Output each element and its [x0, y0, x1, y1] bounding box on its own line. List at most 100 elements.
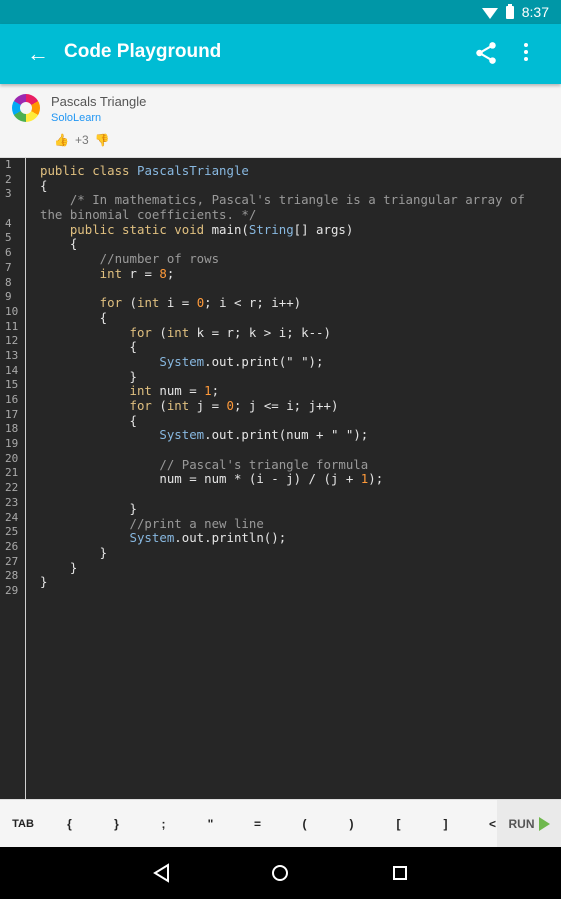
key-semicolon[interactable]: ;: [140, 817, 187, 831]
line-number: 4: [5, 216, 12, 230]
key-close-paren[interactable]: ): [328, 817, 375, 831]
code-token: r =: [129, 265, 160, 281]
code-line: //print a new line: [40, 515, 555, 532]
code-line: }: [40, 369, 555, 385]
code-token: ; i < r; i++): [204, 295, 302, 311]
code-line: int r = 8;: [40, 265, 555, 282]
code-token: num = num * (i - j) / (j +: [40, 471, 361, 487]
code-line: public class PascalsTriangle: [40, 163, 555, 179]
nav-back-icon[interactable]: [148, 859, 176, 887]
code-info-header: Pascals Triangle SoloLearn 👍 +3 👍: [0, 84, 561, 158]
code-token: (: [129, 295, 137, 311]
line-number: 25: [5, 525, 19, 539]
code-token: {: [40, 177, 48, 193]
line-number: 8: [5, 275, 12, 289]
line-number: 7: [5, 260, 12, 274]
code-token: {: [40, 339, 137, 355]
code-token: int: [40, 265, 130, 281]
app-bar: ← Code Playground: [0, 24, 561, 84]
code-token: System: [40, 353, 205, 369]
code-token: int: [40, 383, 160, 399]
key-close-brace[interactable]: }: [93, 817, 140, 831]
line-number: 15: [5, 378, 19, 392]
code-token: /* In mathematics, Pascal's triangle is …: [40, 192, 525, 208]
battery-icon: [505, 3, 514, 19]
line-number: 16: [5, 393, 19, 406]
key-quote[interactable]: ": [187, 817, 234, 831]
code-line: for (int j = 0; j <= i; j++): [40, 398, 555, 414]
code-token: main(: [211, 221, 249, 237]
code-token: {: [40, 412, 137, 428]
line-number: 1: [5, 158, 12, 171]
code-token: //print a new line: [40, 515, 264, 531]
code-token: [] args): [293, 221, 354, 237]
more-vert-icon[interactable]: [513, 40, 539, 66]
key-open-paren[interactable]: (: [281, 817, 328, 831]
code-token: num =: [159, 383, 205, 399]
sololearn-logo-icon: [12, 94, 40, 122]
code-token: System: [40, 427, 205, 443]
code-token: 8: [159, 265, 167, 281]
code-token: .out.println();: [174, 530, 287, 546]
key-open-bracket[interactable]: [: [375, 817, 422, 831]
key-close-bracket[interactable]: ]: [422, 817, 469, 831]
line-number: 29: [5, 583, 19, 597]
key-tab[interactable]: TAB: [0, 818, 46, 830]
code-text[interactable]: public class PascalsTriangle{ /* In math…: [40, 163, 555, 605]
line-number-gutter: 1 2 3 4 5 6 7 8 9 10 11 12 13 14 15 16 17 18 19 20 21 22 23 24 2…: [0, 158, 26, 799]
thumb-down-icon[interactable]: 👍: [95, 133, 110, 147]
code-token: int: [137, 295, 167, 311]
code-line: the binomial coefficients. */: [40, 207, 555, 223]
line-number: 2: [5, 172, 12, 186]
status-time: 8:37: [521, 4, 549, 20]
key-open-brace[interactable]: {: [46, 817, 93, 831]
code-token: public static void: [40, 221, 212, 237]
line-number: 26: [5, 539, 19, 553]
code-line: {: [40, 177, 555, 194]
code-token: int: [166, 398, 197, 413]
line-number: 23: [5, 495, 19, 509]
code-token: 1: [204, 383, 212, 399]
code-line: /* In mathematics, Pascal's triangle is …: [40, 193, 555, 208]
play-icon: [538, 817, 550, 831]
nav-home-icon[interactable]: [266, 859, 294, 887]
code-line: System.out.println();: [40, 530, 555, 546]
code-line: {: [40, 310, 555, 326]
code-title: Pascals Triangle: [51, 94, 147, 109]
code-line: {: [40, 412, 555, 429]
run-button[interactable]: RUN: [497, 800, 561, 848]
code-token: the binomial coefficients. */: [40, 207, 257, 223]
code-line: public static void main(String[] args): [40, 221, 555, 238]
line-number: 24: [5, 510, 19, 524]
line-number: 17: [5, 407, 19, 421]
code-token: int: [166, 324, 197, 340]
code-token: public class: [40, 163, 137, 178]
code-token: 0: [226, 398, 234, 413]
line-number: 6: [5, 246, 12, 260]
code-token: String: [248, 221, 294, 237]
code-editor[interactable]: 1 2 3 4 5 6 7 8 9 10 11 12 13 14 15 16 17 18 19 20 21 22 23 24 2…: [0, 158, 561, 799]
key-equals[interactable]: =: [234, 817, 281, 831]
line-number: 9: [5, 290, 12, 304]
code-token: //number of rows: [40, 251, 220, 267]
line-number: 12: [5, 334, 19, 348]
thumb-up-icon[interactable]: 👍: [54, 133, 69, 147]
nav-recents-icon[interactable]: [386, 859, 414, 887]
line-number: 18: [5, 422, 19, 436]
code-line: int num = 1;: [40, 383, 555, 399]
code-token: }: [40, 559, 78, 575]
symbol-keybar: TAB { } ; " = ( ) [ ] < RUN: [0, 799, 561, 848]
code-token: System: [40, 530, 175, 546]
code-token: for: [40, 324, 160, 340]
share-icon[interactable]: [473, 40, 499, 66]
code-line: }: [40, 500, 555, 517]
code-line: for (int k = r; k > i; k--): [40, 324, 555, 341]
author-link[interactable]: SoloLearn: [51, 112, 101, 124]
line-number: 19: [5, 437, 19, 451]
line-number: 20: [5, 451, 19, 465]
arrow-back-icon[interactable]: ←: [24, 40, 52, 68]
vote-bar: 👍 +3 👍: [54, 133, 110, 147]
code-token: }: [40, 500, 137, 516]
